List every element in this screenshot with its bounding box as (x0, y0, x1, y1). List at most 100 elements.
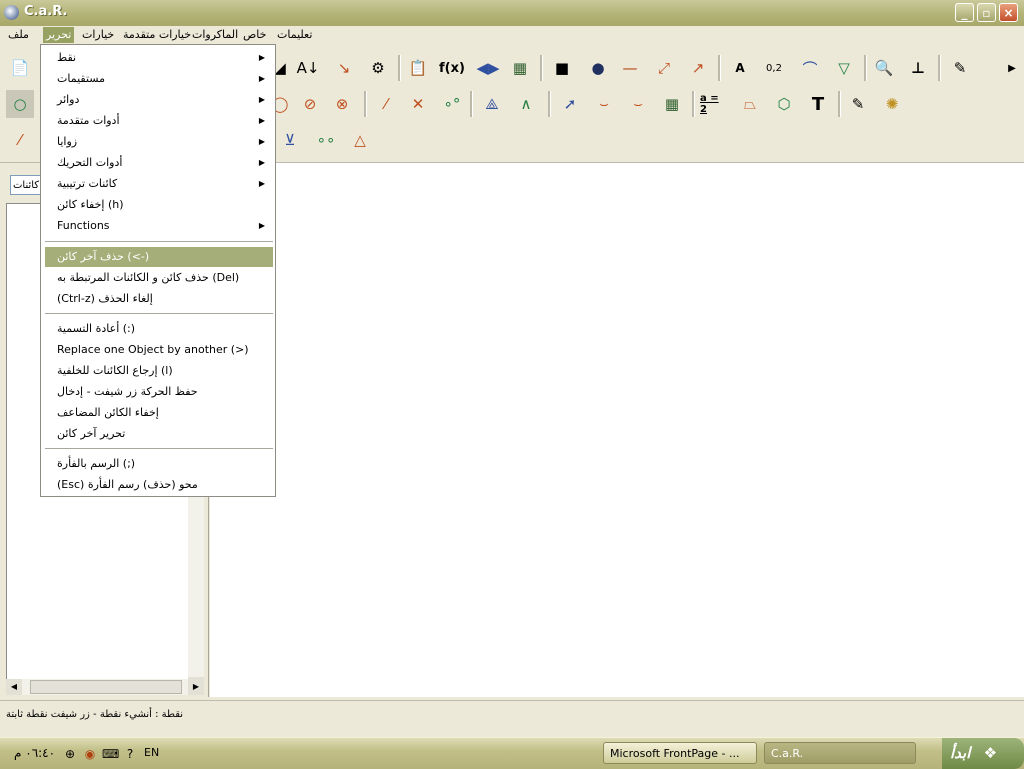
menu-item-mouse-draw[interactable]: الرسم بالفأرة (;) (45, 454, 273, 474)
symmetric-icon[interactable]: ⊻ (276, 126, 304, 154)
new-document-icon[interactable]: 📄 (6, 54, 34, 82)
menu-item-circles[interactable]: دوائر ▶ (45, 90, 273, 110)
language-indicator[interactable]: EN (144, 746, 159, 759)
quadrilateral-icon[interactable]: ⏢ (736, 90, 764, 118)
menu-item-advanced-tools[interactable]: أدوات متقدمة ▶ (45, 111, 273, 131)
scroll-thumb[interactable] (30, 680, 182, 694)
title-bar: C.a.R. _ ▫ × (0, 0, 1024, 27)
edit-dropdown-menu: نقط ▶ مستقيمات ▶ دوائر ▶ أدوات متقدمة ▶ زواي… (40, 44, 276, 497)
app-icon[interactable] (4, 5, 19, 20)
submenu-arrow-icon: ▶ (258, 116, 265, 125)
wand-icon[interactable]: ✎ (844, 90, 872, 118)
zoom-icon[interactable]: 🔍 (870, 54, 898, 82)
move-icon[interactable]: ↘ (330, 54, 358, 82)
keyboard-icon[interactable]: ⌨ (102, 746, 119, 762)
label-a-icon[interactable]: A (726, 54, 754, 82)
line-tool-icon[interactable]: ⁄ (6, 126, 34, 154)
close-button[interactable]: × (999, 3, 1018, 22)
triangle-icon[interactable]: △ (346, 126, 374, 154)
axes-icon[interactable]: ⊥ (904, 54, 932, 82)
toolbar-scroll-right-icon[interactable]: ▶ (998, 54, 1024, 82)
task-frontpage-label: Microsoft FrontPage - ... (610, 747, 740, 760)
coordinate-icon[interactable]: 0,2 (760, 54, 788, 82)
windows-logo-icon: ❖ (983, 744, 998, 762)
intersection-icon[interactable]: ✕ (404, 90, 432, 118)
menu-separator (45, 241, 273, 242)
menu-item-ordered-objects[interactable]: كائنات ترتيبية ▶ (45, 174, 273, 194)
menu-item-replace-object[interactable]: Replace one Object by another (>) (45, 340, 273, 360)
menu-item-delete-last[interactable]: حذف آخر كائن (<-) (45, 247, 273, 267)
ray-icon[interactable]: ↗ (684, 54, 712, 82)
film-icon[interactable]: ▦ (506, 54, 534, 82)
locus-icon[interactable]: ∘∘ (312, 126, 340, 154)
scroll-left-icon[interactable]: ◀ (6, 679, 22, 695)
menu-bar: ملف تحرير خيارات خيارات متقدمة الماكروات… (0, 26, 1024, 44)
animation-icon[interactable]: ▦ (658, 90, 686, 118)
network-icon[interactable]: ⊕ (62, 746, 78, 762)
drawing-canvas[interactable] (210, 163, 1024, 697)
polygon-icon[interactable]: ⟁ (478, 90, 506, 118)
menu-item-rename[interactable]: أعادة التسمية (:) (45, 319, 273, 339)
point-dot-icon[interactable]: ● (584, 54, 612, 82)
angle-icon[interactable]: ∧ (512, 90, 540, 118)
drag-icon[interactable]: ➚ (556, 90, 584, 118)
minimize-button[interactable]: _ (955, 3, 974, 22)
polygon-points-icon[interactable]: ⬡ (770, 90, 798, 118)
menu-special[interactable]: خاص (240, 27, 269, 43)
menu-item-functions[interactable]: Functions ▶ (45, 216, 273, 236)
menu-edit[interactable]: تحرير (43, 27, 75, 43)
menu-item-angles[interactable]: زوايا ▶ (45, 132, 273, 152)
media-icon[interactable]: ◉ (82, 746, 98, 762)
submenu-arrow-icon: ▶ (258, 179, 265, 188)
start-button[interactable]: ابدأ ❖ (942, 738, 1024, 769)
settings-icon[interactable]: ⚙ (364, 54, 392, 82)
maximize-button[interactable]: ▫ (977, 3, 996, 22)
menu-item-delete-with-dependents[interactable]: حذف كائن و الكائنات المرتبطة به (Del) (45, 268, 273, 288)
segment-icon[interactable]: — (616, 54, 644, 82)
window-title: C.a.R. (24, 4, 68, 19)
midpoint-icon[interactable]: ∘° (438, 90, 466, 118)
curve-icon[interactable]: ⌣ (590, 90, 618, 118)
menu-item-points[interactable]: نقط ▶ (45, 48, 273, 68)
menu-item-send-to-back[interactable]: إرجاع الكائنات للخلفية (l) (45, 361, 273, 381)
parallel-icon[interactable]: ⁄ (372, 90, 400, 118)
vector-icon[interactable]: ⤢ (650, 54, 678, 82)
arc-icon[interactable]: ⌒ (796, 54, 824, 82)
submenu-arrow-icon: ▶ (258, 95, 265, 104)
menu-item-lines[interactable]: مستقيمات ▶ (45, 69, 273, 89)
menu-item-undo-delete[interactable]: (Ctrl-z) إلغاء الحذف (45, 289, 273, 309)
circle-radius-icon[interactable]: ⊘ (296, 90, 324, 118)
menu-macros[interactable]: الماكروات (189, 27, 241, 43)
expression-icon[interactable]: a = 2 (700, 90, 728, 118)
menu-item-move-tools[interactable]: أدوات التحريك ▶ (45, 153, 273, 173)
menu-item-edit-last[interactable]: تحرير آخر كائن (45, 424, 273, 444)
submenu-arrow-icon: ▶ (258, 137, 265, 146)
horizontal-scrollbar[interactable]: ◀ ▶ (6, 679, 204, 695)
triangle-outline-icon[interactable]: ▽ (830, 54, 858, 82)
black-square-icon[interactable]: ■ (548, 54, 576, 82)
curve-line-icon[interactable]: ⌣ (624, 90, 652, 118)
task-car-label: C.a.R. (771, 747, 804, 760)
gear-icon[interactable]: ✺ (878, 90, 906, 118)
text-icon[interactable]: T (804, 90, 832, 118)
menu-file[interactable]: ملف (5, 27, 32, 43)
magic-wand-icon[interactable]: ✎ (946, 54, 974, 82)
scroll-right-icon[interactable]: ▶ (188, 679, 204, 695)
clock: ٠٦:٤٠ م (14, 746, 56, 760)
menu-help[interactable]: تعليمات (274, 27, 315, 43)
task-frontpage[interactable]: Microsoft FrontPage - ... (603, 742, 757, 764)
function-icon[interactable]: f(x) (438, 54, 466, 82)
point-tool-icon[interactable]: ○ (6, 90, 34, 118)
menu-item-clear-mouse-draw[interactable]: (Esc) محو (حذف) رسم الفأرة (45, 475, 273, 495)
reflect-icon[interactable]: ◀▶ (474, 54, 502, 82)
menu-options[interactable]: خيارات (79, 27, 117, 43)
help-icon[interactable]: ? (122, 746, 138, 762)
menu-item-save-motion[interactable]: حفظ الحركة زر شيفت - إدخال (45, 382, 273, 402)
clipboard-icon[interactable]: 📋 (404, 54, 432, 82)
menu-advanced-options[interactable]: خيارات متقدمة (120, 27, 194, 43)
sort-az-icon[interactable]: A↓ (294, 54, 322, 82)
task-car[interactable]: C.a.R. (764, 742, 916, 764)
menu-item-hide-duplicate[interactable]: إخفاء الكائن المضاعف (45, 403, 273, 423)
circle-center-icon[interactable]: ⊗ (328, 90, 356, 118)
menu-item-hide-object[interactable]: إخفاء كائن (h) (45, 195, 273, 215)
